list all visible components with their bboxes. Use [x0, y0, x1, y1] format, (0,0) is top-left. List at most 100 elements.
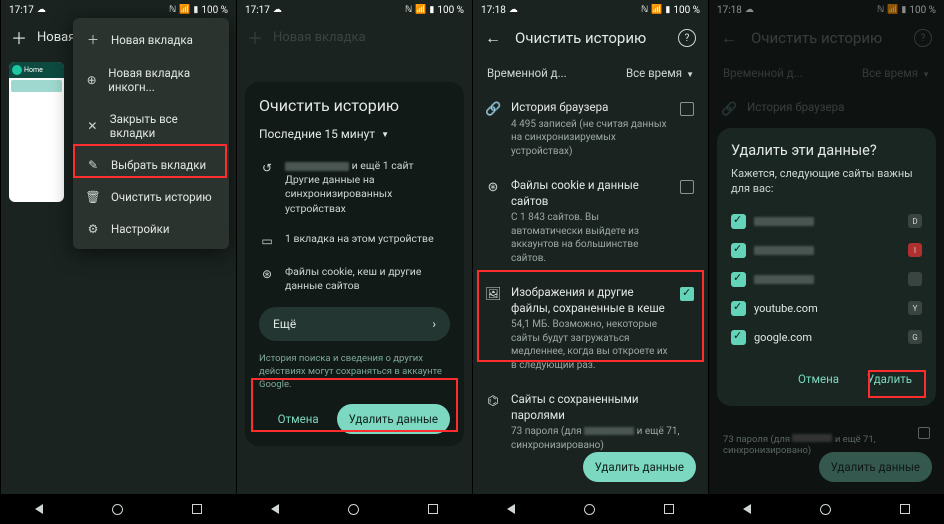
opt-sub: С 1 843 сайтов. Вы автоматически выйдете…: [511, 211, 670, 265]
opt-title: Сайты с сохраненными паролями: [511, 392, 694, 423]
site-badge: D: [908, 214, 922, 228]
tab-thumb-title: Home: [24, 66, 43, 74]
option-browsing-history[interactable]: 🔗 История браузера4 495 записей (не счит…: [473, 90, 708, 168]
cancel-button[interactable]: Отмена: [788, 364, 849, 394]
site-badge: Y: [908, 301, 922, 315]
time-range-row[interactable]: Временной д... Все время▼: [473, 56, 708, 90]
dialog-actions: Отмена Удалить данные: [259, 404, 450, 434]
checkbox-checked[interactable]: [731, 243, 746, 258]
tab-thumbnail[interactable]: Home: [9, 62, 64, 202]
signal-icon: 📶: [415, 5, 426, 15]
menu-label: Настройки: [111, 222, 170, 236]
opt-sub: 73 пароля (для и ещё 71, синхронизирован…: [511, 425, 694, 452]
tab-icon: ▭: [259, 232, 275, 249]
important-site-row[interactable]: I: [731, 236, 922, 265]
battery-pct: 100 %: [673, 5, 700, 16]
nav-home-icon[interactable]: [820, 504, 831, 515]
checkbox-checked[interactable]: [680, 287, 694, 301]
site-name: youtube.com: [754, 302, 818, 315]
important-site-row[interactable]: [731, 265, 922, 294]
checkbox[interactable]: [680, 180, 694, 194]
signal-icon: 📶: [179, 5, 190, 15]
option-cookies[interactable]: ⊛ Файлы cookie и данные сайтовС 1 843 са…: [473, 168, 708, 275]
tabs-text: 1 вкладка на этом устройстве: [285, 232, 434, 246]
nav-back-icon[interactable]: [271, 504, 279, 514]
nav-home-icon[interactable]: [112, 504, 123, 515]
history-sub: Другие данные на синхронизированных устр…: [285, 173, 392, 214]
cancel-button[interactable]: Отмена: [268, 404, 329, 434]
confirm-delete-dialog: Удалить эти данные? Кажется, следующие с…: [717, 128, 936, 406]
menu-item-clear-history[interactable]: 🗑Очистить историю: [73, 181, 229, 213]
cookies-row: ⊛ Файлы cookie, кеш и другие данные сайт…: [259, 257, 450, 301]
time-range-value: Последние 15 минут: [259, 127, 375, 141]
dialog-title: Очистить историю: [259, 96, 450, 115]
nav-recents-icon[interactable]: [900, 504, 910, 514]
time-range-dropdown[interactable]: Последние 15 минут ▼: [259, 127, 450, 141]
opt-title: Файлы cookie и данные сайтов: [511, 178, 670, 209]
nav-back-icon[interactable]: [35, 504, 43, 514]
history-suffix: и ещё 1 сайт: [349, 159, 414, 172]
status-bar: 17:17☁ ℕ📶▮100 %: [1, 0, 236, 20]
menu-item-settings[interactable]: ⚙Настройки: [73, 213, 229, 245]
checkbox[interactable]: [680, 102, 694, 116]
menu-label: Выбрать вкладки: [111, 158, 206, 172]
checkbox-checked[interactable]: [731, 272, 746, 287]
checkbox-checked[interactable]: [731, 214, 746, 229]
checkbox-checked[interactable]: [731, 330, 746, 345]
link-icon: 🔗: [485, 100, 501, 158]
nav-back-icon[interactable]: [507, 504, 515, 514]
range-label: Временной д...: [487, 66, 567, 80]
nav-home-icon[interactable]: [584, 504, 595, 515]
new-tab-icon[interactable]: ＋: [11, 25, 27, 49]
favicon-icon: [12, 65, 22, 75]
menu-item-incognito[interactable]: ⊕Новая вкладка инкогн...: [73, 57, 229, 103]
tab-switcher-toolbar: ＋ Новая вкладка: [237, 20, 472, 54]
nav-home-icon[interactable]: [348, 504, 359, 515]
menu-item-close-all[interactable]: ✕Закрыть все вкладки: [73, 103, 229, 149]
android-nav-bar: [709, 494, 944, 524]
back-icon[interactable]: ←: [485, 28, 501, 48]
option-saved-passwords[interactable]: ⌬ Сайты с сохраненными паролями73 пароля…: [473, 382, 708, 462]
cookies-text: Файлы cookie, кеш и другие данные сайтов: [285, 265, 450, 293]
delete-data-button[interactable]: Удалить данные: [337, 404, 450, 434]
delete-data-button[interactable]: Удалить данные: [583, 452, 696, 482]
delete-button[interactable]: Удалить: [857, 364, 922, 394]
opt-title: Изображения и другие файлы, сохраненные …: [511, 285, 670, 316]
checkbox-checked[interactable]: [731, 301, 746, 316]
opt-sub: 4 495 записей (не считая данных на синхр…: [511, 118, 670, 159]
help-icon[interactable]: ?: [678, 29, 696, 47]
new-tab-icon: ＋: [247, 25, 263, 49]
pencil-icon: ✎: [85, 158, 101, 172]
important-site-row[interactable]: D: [731, 207, 922, 236]
option-cached-images[interactable]: 🖼 Изображения и другие файлы, сохраненны…: [473, 275, 708, 382]
screen-3-full-clear: 17:18☁ ℕ📶▮100 % ← Очистить историю ? Вре…: [472, 0, 708, 524]
nav-recents-icon[interactable]: [428, 504, 438, 514]
cookie-icon: ⊛: [259, 265, 275, 282]
nav-recents-icon[interactable]: [192, 504, 202, 514]
signal-icon: 📶: [651, 5, 662, 15]
chevron-down-icon: ▼: [686, 70, 694, 79]
tabs-row: ▭ 1 вкладка на этом устройстве: [259, 224, 450, 257]
nav-recents-icon[interactable]: [664, 504, 674, 514]
important-site-row[interactable]: google.comG: [731, 323, 922, 352]
clock: 17:18: [481, 5, 506, 16]
nfc-icon: ℕ: [405, 5, 412, 15]
screen-4-confirm-dialog: 17:18☁ ℕ📶▮100 % ← Очистить историю ? Вре…: [708, 0, 944, 524]
android-nav-bar: [1, 494, 236, 524]
redacted-text: [754, 275, 814, 284]
clear-history-dialog: Очистить историю Последние 15 минут ▼ ↺ …: [245, 82, 464, 446]
menu-label: Очистить историю: [111, 190, 212, 204]
menu-label: Новая вкладка инкогн...: [108, 66, 217, 94]
menu-item-new-tab[interactable]: ＋Новая вкладка: [73, 22, 229, 57]
menu-item-select-tabs[interactable]: ✎ Выбрать вкладки: [73, 149, 229, 181]
nav-back-icon[interactable]: [743, 504, 751, 514]
opt-sub: 54,1 МБ. Возможно, некоторые сайты будут…: [511, 318, 670, 372]
important-site-row[interactable]: youtube.com Y: [731, 294, 922, 323]
checkbox: [918, 427, 930, 439]
weather-icon: ☁: [37, 5, 46, 15]
site-badge: G: [908, 330, 922, 344]
cookie-icon: ⊛: [485, 178, 501, 265]
clock: 17:17: [9, 5, 34, 16]
battery-icon: ▮: [665, 5, 670, 15]
more-options-button[interactable]: Ещё ›: [259, 307, 450, 341]
